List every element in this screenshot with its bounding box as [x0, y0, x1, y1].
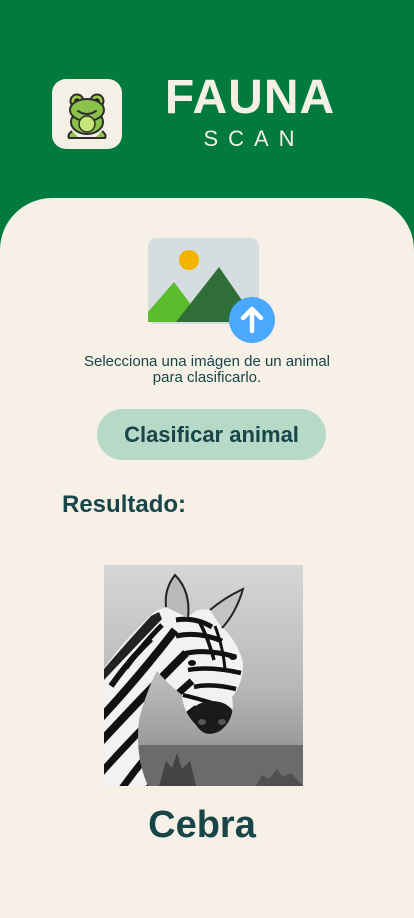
- upload-instruction: Selecciona una imágen de un animal para …: [32, 354, 382, 386]
- instruction-line-1: Selecciona una imágen de un animal: [84, 353, 330, 370]
- instruction-line-2: para clasificarlo.: [152, 369, 262, 386]
- result-heading: Resultado:: [62, 491, 187, 518]
- frog-logo-icon: [52, 79, 122, 149]
- app-subtitle: SCAN: [203, 126, 305, 151]
- classify-animal-button[interactable]: Clasificar animal: [97, 409, 326, 460]
- brand-wordmark: FAUNA SCAN: [150, 70, 350, 152]
- image-upload-icon[interactable]: [146, 238, 278, 344]
- zebra-image: [104, 565, 303, 786]
- result-animal-name: Cebra: [148, 804, 256, 846]
- app-title: FAUNA: [164, 71, 336, 124]
